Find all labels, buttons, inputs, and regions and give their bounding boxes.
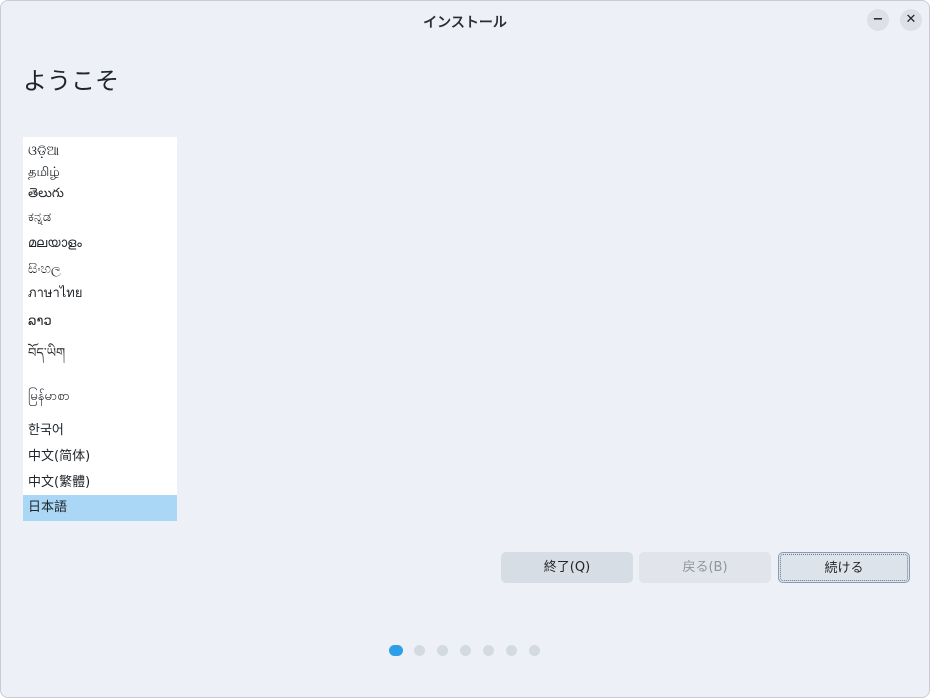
language-item-chinese-traditional[interactable]: 中文(繁體) [23, 470, 177, 496]
page-dot-4 [460, 645, 471, 656]
page-title: ようこそ [23, 67, 119, 95]
close-icon: ✕ [905, 12, 917, 27]
window-title: インストール [423, 15, 507, 31]
language-item-malayalam[interactable]: മലയാളം [23, 232, 177, 256]
page-dot-5 [483, 645, 494, 656]
language-item-korean[interactable]: 한국어 [23, 419, 177, 443]
page-dot-2 [414, 645, 425, 656]
page-dot-7 [529, 645, 540, 656]
continue-button[interactable]: 続ける [778, 552, 910, 583]
page-dot-3 [437, 645, 448, 656]
language-item-telugu[interactable]: తెలుగు [23, 183, 177, 205]
language-item-lao[interactable]: ລາວ [23, 310, 177, 334]
language-item-chinese-simplified[interactable]: 中文(简体) [23, 444, 177, 470]
language-list[interactable]: ଓଡ଼ିଆ தமிழ் తెలుగు ಕನ್ನಡ മലയാളം සිංහල ภา… [23, 137, 177, 521]
language-item-tibetan[interactable]: བོད་ཡིག [23, 339, 177, 369]
close-button[interactable]: ✕ [900, 9, 922, 31]
language-item-tamil[interactable]: தமிழ் [23, 161, 177, 185]
language-item-kannada[interactable]: ಕನ್ನಡ [23, 206, 177, 230]
quit-button[interactable]: 終了(Q) [501, 552, 633, 583]
minimize-button[interactable]: − [867, 9, 889, 31]
installer-window: インストール − ✕ ようこそ ଓଡ଼ିଆ தமிழ் తెలుగు ಕನ್ನಡ… [0, 0, 930, 698]
minimize-icon: − [872, 12, 884, 27]
back-button[interactable]: 戻る(B) [639, 552, 771, 583]
titlebar: インストール − ✕ [1, 1, 929, 39]
page-dot-6 [506, 645, 517, 656]
language-item-thai[interactable]: ภาษาไทย [23, 282, 177, 306]
language-item-sinhala[interactable]: සිංහල [23, 258, 177, 282]
language-item-odia[interactable]: ଓଡ଼ିଆ [23, 141, 177, 163]
page-dot-1 [389, 645, 403, 656]
language-item-japanese[interactable]: 日本語 [23, 495, 177, 521]
language-item-burmese[interactable]: မြန်မာစာ [23, 382, 177, 412]
